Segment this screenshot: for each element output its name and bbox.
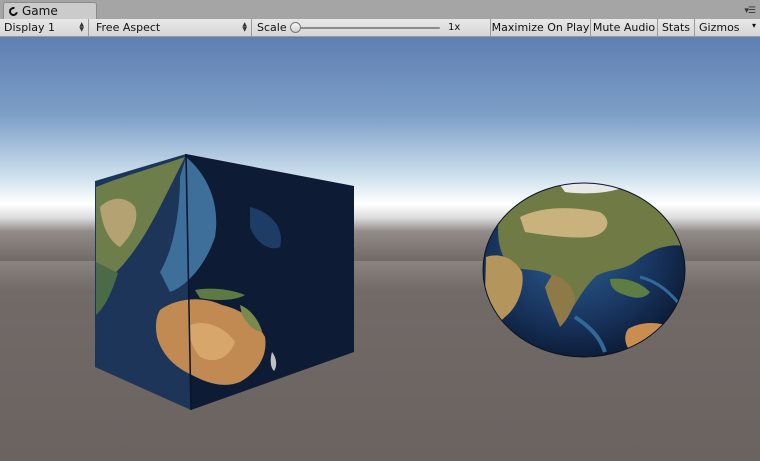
stats-label: Stats	[661, 21, 691, 34]
game-view-icon	[7, 4, 20, 18]
display-dropdown-label: Display 1	[4, 21, 56, 34]
game-viewport[interactable]	[0, 37, 760, 461]
tab-game[interactable]: Game	[3, 2, 97, 19]
scale-label: Scale	[257, 21, 287, 34]
maximize-on-play-button[interactable]: Maximize On Play	[490, 19, 591, 36]
tab-menu-icon[interactable]: ▾☰	[744, 7, 756, 16]
display-dropdown[interactable]: Display 1 ▲ ▼	[0, 19, 89, 36]
tab-bar: Game ▾☰	[0, 0, 760, 19]
scale-value: 1x	[448, 22, 461, 33]
maximize-on-play-label: Maximize On Play	[491, 21, 590, 34]
chevron-down-icon: ▾	[751, 21, 756, 30]
aspect-dropdown-label: Free Aspect	[96, 21, 161, 34]
scale-slider-track[interactable]	[292, 27, 440, 29]
mute-audio-button[interactable]: Mute Audio	[591, 19, 658, 36]
gizmos-label: Gizmos	[699, 21, 740, 34]
scale-slider-thumb[interactable]	[290, 22, 301, 33]
dropdown-arrows-icon: ▲ ▼	[242, 21, 247, 33]
aspect-dropdown[interactable]: Free Aspect ▲ ▼	[89, 19, 252, 36]
game-toolbar: Display 1 ▲ ▼ Free Aspect ▲ ▼ Scale 1x Max…	[0, 19, 760, 37]
mute-audio-label: Mute Audio	[592, 21, 656, 34]
stats-button[interactable]: Stats	[658, 19, 695, 36]
dropdown-arrows-icon: ▲ ▼	[79, 21, 84, 33]
tab-game-label: Game	[22, 4, 58, 18]
gizmos-dropdown[interactable]: Gizmos ▾	[695, 19, 760, 36]
